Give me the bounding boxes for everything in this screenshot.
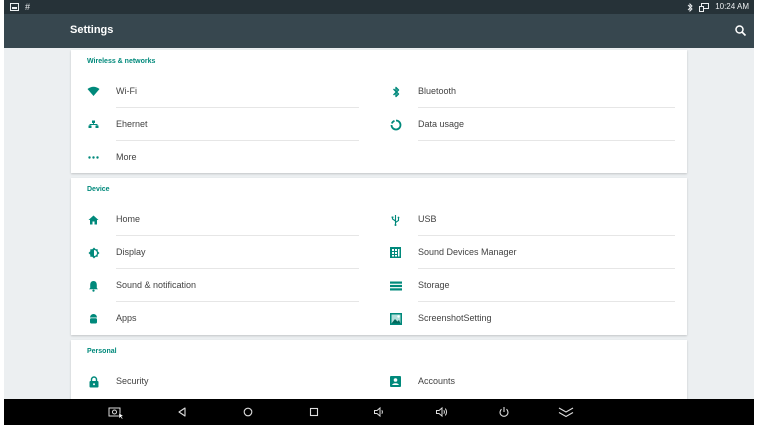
screenshot-icon[interactable] <box>108 405 124 419</box>
wifi-icon <box>87 85 100 98</box>
settings-item-label: Sound Devices Manager <box>418 247 517 257</box>
settings-item-label: Apps <box>116 313 137 323</box>
settings-screen: # 10:24 AM Settings Wireless & networks <box>4 0 754 425</box>
section-header: Device <box>87 186 110 193</box>
collapse-icon[interactable] <box>558 405 574 419</box>
status-bar: # 10:24 AM <box>4 0 754 14</box>
app-bar: Settings <box>4 14 754 48</box>
screenshot-setting-icon <box>389 312 402 325</box>
settings-item-bluetooth[interactable]: Bluetooth <box>373 75 675 108</box>
settings-item-label: Sound & notification <box>116 280 197 290</box>
settings-item-label: Wi-Fi <box>116 86 137 96</box>
volume-up-icon[interactable] <box>434 405 450 419</box>
home-icon <box>87 213 100 226</box>
section-header: Wireless & networks <box>87 58 156 65</box>
settings-item-wifi[interactable]: Wi-Fi <box>71 75 359 108</box>
data-usage-icon <box>389 118 402 131</box>
navigation-bar <box>4 399 754 425</box>
settings-item-home[interactable]: Home <box>71 203 359 236</box>
cast-icon <box>699 2 710 12</box>
apps-icon <box>87 312 100 325</box>
settings-item-label: USB <box>418 214 437 224</box>
back-icon[interactable] <box>174 405 190 419</box>
bell-icon <box>87 279 100 292</box>
settings-item-security[interactable]: Security <box>71 365 359 398</box>
page-title: Settings <box>70 24 114 36</box>
notification-image-icon <box>10 3 19 11</box>
settings-item-label: Security <box>116 376 149 386</box>
settings-item-label: More <box>116 152 137 162</box>
bluetooth-icon <box>389 85 402 98</box>
settings-item-label: ScreenshotSetting <box>418 313 492 323</box>
settings-item-label: Data usage <box>418 119 465 129</box>
account-icon <box>389 375 402 388</box>
usb-icon <box>389 213 402 226</box>
section-device: Device Home USB Display Sound Devices Ma… <box>71 178 687 335</box>
more-icon <box>87 151 100 164</box>
settings-item-usb[interactable]: USB <box>373 203 675 236</box>
settings-item-label: Accounts <box>418 376 456 386</box>
settings-item-storage[interactable]: Storage <box>373 269 675 302</box>
settings-item-label: Storage <box>418 280 450 290</box>
recents-icon[interactable] <box>306 405 322 419</box>
bluetooth-status-icon <box>687 2 693 12</box>
settings-item-screenshot-setting[interactable]: ScreenshotSetting <box>373 302 675 335</box>
settings-item-accounts[interactable]: Accounts <box>373 365 675 398</box>
settings-item-label: Home <box>116 214 141 224</box>
search-icon[interactable] <box>734 24 748 38</box>
settings-list[interactable]: Wireless & networks Wi-Fi Bluetooth Eher… <box>4 48 754 399</box>
status-hash: # <box>25 2 31 12</box>
settings-item-apps[interactable]: Apps <box>71 302 359 335</box>
settings-item-display[interactable]: Display <box>71 236 359 269</box>
sound-devices-icon <box>389 246 402 259</box>
power-icon[interactable] <box>496 405 512 419</box>
settings-item-sound-devices-manager[interactable]: Sound Devices Manager <box>373 236 675 269</box>
status-time: 10:24 AM <box>715 2 749 11</box>
section-header: Personal <box>87 348 117 355</box>
settings-item-more[interactable]: More <box>71 141 359 174</box>
settings-item-label: Bluetooth <box>418 86 457 96</box>
settings-item-data-usage[interactable]: Data usage <box>373 108 675 141</box>
settings-item-label: Display <box>116 247 146 257</box>
settings-item-label: Ehernet <box>116 119 148 129</box>
ethernet-icon <box>87 118 100 131</box>
settings-item-sound-notification[interactable]: Sound & notification <box>71 269 359 302</box>
settings-item-ethernet[interactable]: Ehernet <box>71 108 359 141</box>
storage-icon <box>389 279 402 292</box>
display-icon <box>87 246 100 259</box>
section-personal: Personal Security Accounts <box>71 340 687 399</box>
home-circle-icon[interactable] <box>240 405 256 419</box>
lock-icon <box>87 375 100 388</box>
section-wireless-networks: Wireless & networks Wi-Fi Bluetooth Eher… <box>71 50 687 173</box>
volume-down-icon[interactable] <box>371 405 387 419</box>
